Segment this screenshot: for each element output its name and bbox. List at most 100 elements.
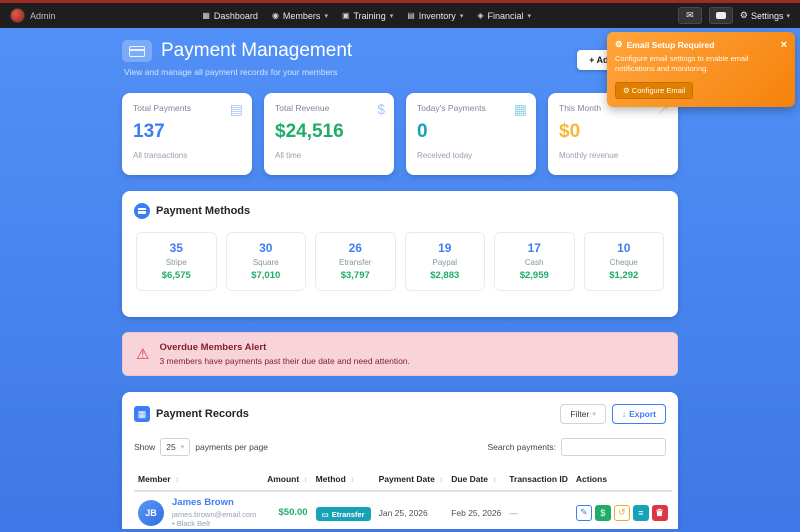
method-name: Paypal: [432, 258, 457, 267]
dollar-icon: $: [600, 507, 606, 518]
method-count: 30: [259, 241, 273, 255]
delete-button[interactable]: [651, 504, 668, 521]
col-amount[interactable]: Amount ↕: [263, 468, 312, 492]
stat-todays-payments: Today's Payments 0 Received today ▦: [406, 93, 536, 175]
payment-methods-icon: [134, 203, 150, 219]
warning-icon: ⚠: [136, 346, 150, 363]
sort-icon: ↕: [303, 475, 308, 484]
method-count: 35: [169, 241, 183, 255]
payment-date: Jan 25, 2026: [374, 491, 448, 529]
list-icon: ≡: [638, 507, 644, 518]
per-page-value: 25: [166, 442, 176, 452]
filter-label: Filter: [570, 409, 590, 419]
nav-label: Financial: [487, 10, 524, 21]
method-name: Cash: [524, 258, 544, 267]
settings-menu[interactable]: ⚙ Settings ▾: [740, 10, 790, 21]
method-count: 17: [527, 241, 541, 255]
method-etransfer: 26 Etransfer $3,797: [315, 232, 396, 291]
stat-sub: All time: [275, 151, 302, 160]
due-date: Feb 25, 2026: [447, 491, 506, 529]
method-square: 30 Square $7,010: [225, 232, 306, 291]
nav-item-financial[interactable]: ◈ Financial ▾: [477, 11, 531, 21]
toast-message: Configure email settings to enable email…: [615, 54, 749, 74]
history-button[interactable]: ≡: [632, 504, 649, 521]
undo-icon: ↺: [618, 507, 626, 517]
settings-label: Settings: [750, 10, 784, 21]
method-cash: 17 Cash $2,959: [494, 232, 575, 291]
stat-label: Today's Payments: [417, 103, 486, 113]
export-button[interactable]: ↓ Export: [611, 404, 666, 424]
show-label: Show: [134, 442, 156, 452]
member-name-link[interactable]: James Brown: [172, 497, 259, 508]
search-input[interactable]: [561, 438, 666, 456]
payment-methods-panel: Payment Methods 35 Stripe $6,575 30 Squa…: [122, 191, 678, 317]
nav-label: Training: [353, 10, 386, 21]
method-count: 26: [348, 241, 362, 255]
filter-button[interactable]: Filter ▾: [560, 404, 606, 424]
inventory-icon: ▤: [407, 11, 415, 20]
methods-grid: 35 Stripe $6,575 30 Square $7,010 26 Etr…: [136, 232, 664, 291]
envelope-icon: ✉: [686, 10, 694, 20]
stats-row: Total Payments 137 All transactions ▤ To…: [122, 93, 678, 175]
trash-icon: [656, 508, 664, 517]
sort-icon: ↕: [174, 475, 179, 484]
record-payment-button[interactable]: $: [594, 504, 611, 521]
table-icon: ▦: [134, 406, 150, 422]
chat-button[interactable]: [708, 7, 733, 24]
chevron-down-icon: ▾: [389, 12, 394, 20]
toast-title: Email Setup Required: [626, 39, 715, 50]
page-header: Payment Management View and manage all p…: [122, 28, 678, 77]
undo-button[interactable]: ↺: [613, 504, 630, 521]
configure-email-button[interactable]: ⚙ Configure Email: [615, 82, 694, 100]
close-icon[interactable]: ×: [781, 39, 787, 50]
nav-item-inventory[interactable]: ▤ Inventory ▾: [407, 11, 463, 21]
top-navbar: Admin ▦ Dashboard ◉ Members ▾ ▣ Training…: [0, 0, 800, 28]
method-badge: ▭ Etransfer: [315, 507, 371, 521]
table-row: JB James Brown james.brown@email.com • B…: [134, 491, 672, 529]
brand[interactable]: Admin: [10, 8, 56, 23]
sort-icon: ↕: [492, 475, 497, 484]
page-title: Payment Management: [161, 40, 353, 61]
nav-label: Dashboard: [213, 10, 258, 21]
col-due-date[interactable]: Due Date ↕: [447, 468, 506, 492]
email-button[interactable]: ✉: [677, 7, 702, 24]
search-label: Search payments:: [487, 442, 556, 452]
gear-icon: ⚙: [615, 39, 623, 49]
alert-title: Overdue Members Alert: [159, 342, 267, 353]
nav-item-members[interactable]: ◉ Members ▾: [272, 11, 328, 21]
col-method[interactable]: Method ↕: [311, 468, 375, 492]
nav-item-training[interactable]: ▣ Training ▾: [342, 11, 393, 21]
col-transaction-id[interactable]: Transaction ID: [505, 468, 572, 492]
sort-icon: ↕: [439, 475, 444, 484]
method-count: 10: [617, 241, 631, 255]
stat-total-payments: Total Payments 137 All transactions ▤: [122, 93, 252, 175]
edit-icon: ✎: [580, 507, 588, 517]
table-controls: Show 25 ▾ payments per page Search payme…: [134, 438, 666, 456]
edit-button[interactable]: ✎: [575, 504, 592, 521]
stat-value: $24,516: [275, 121, 344, 142]
stat-sub: Received today: [417, 151, 473, 160]
method-name: Stripe: [165, 258, 187, 267]
training-icon: ▣: [341, 11, 350, 20]
navbar-right: ✉ ⚙ Settings ▾: [677, 7, 790, 24]
col-payment-date[interactable]: Payment Date ↕: [374, 468, 448, 492]
overdue-alert: ⚠ Overdue Members Alert 3 members have p…: [122, 332, 678, 376]
member-detail: james.brown@email.com • Black Belt: [172, 510, 257, 528]
method-count: 19: [438, 241, 452, 255]
stat-value: $0: [559, 121, 581, 142]
stat-label: Total Payments: [133, 103, 192, 113]
chevron-down-icon: ▾: [459, 12, 464, 20]
nav-label: Inventory: [418, 10, 456, 21]
method-amount: $3,797: [340, 270, 370, 281]
method-amount: $2,959: [519, 270, 549, 281]
col-member[interactable]: Member ↕: [134, 468, 264, 492]
nav-label: Members: [282, 10, 321, 21]
method-stripe: 35 Stripe $6,575: [136, 232, 217, 291]
method-name: Etransfer: [339, 258, 372, 267]
stat-value: 137: [133, 121, 165, 142]
gear-icon: ⚙: [739, 10, 748, 20]
nav-item-dashboard[interactable]: ▦ Dashboard: [202, 11, 258, 21]
per-page-select[interactable]: 25 ▾: [160, 438, 191, 456]
payment-records-title: Payment Records: [156, 408, 249, 420]
sort-icon: ↕: [350, 475, 355, 484]
